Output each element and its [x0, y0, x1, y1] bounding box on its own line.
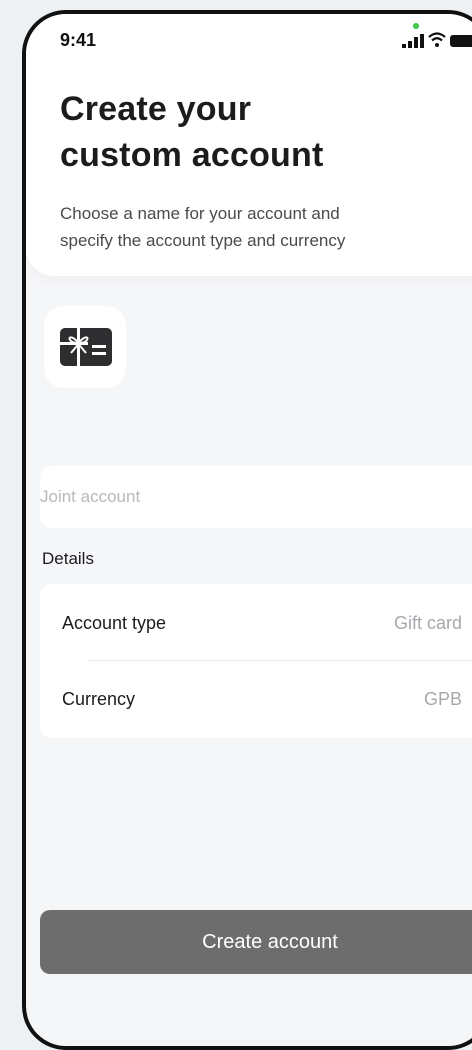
- status-time: 9:41: [60, 30, 97, 50]
- page-subtitle: Choose a name for your account and speci…: [60, 200, 460, 254]
- camera-indicator-icon: [413, 23, 419, 29]
- cellular-signal-icon: [402, 34, 424, 48]
- page-subtitle-line-2: specify the account type and currency: [60, 231, 346, 250]
- page-title-line-2: custom account: [60, 136, 324, 174]
- currency-row[interactable]: Currency GPB: [40, 660, 472, 736]
- create-account-button[interactable]: Create account: [40, 910, 472, 974]
- wifi-icon: [428, 32, 446, 47]
- page-title-line-1: Create your: [60, 90, 252, 128]
- status-bar: 9:41: [26, 14, 472, 68]
- account-type-row[interactable]: Account type Gift card: [40, 584, 472, 660]
- account-icon-button[interactable]: [44, 306, 126, 388]
- page-subtitle-line-1: Choose a name for your account and: [60, 204, 340, 223]
- battery-icon: [450, 35, 472, 47]
- header-card: 9:41 Create your custom account Choose a…: [26, 14, 472, 276]
- gift-card-icon: [60, 328, 112, 366]
- status-icons: [398, 23, 472, 50]
- phone-frame: 9:41 Create your custom account Choose a…: [22, 10, 472, 1050]
- currency-label: Currency: [62, 689, 136, 709]
- account-type-value: Gift card: [393, 613, 462, 633]
- currency-value: GPB: [423, 689, 462, 709]
- details-section-label: Details: [42, 549, 94, 568]
- page-title: Create your custom account: [60, 86, 460, 178]
- account-type-label: Account type: [62, 613, 167, 633]
- details-card: Account type Gift card Currency GPB: [40, 584, 472, 738]
- account-name-input[interactable]: [40, 466, 472, 528]
